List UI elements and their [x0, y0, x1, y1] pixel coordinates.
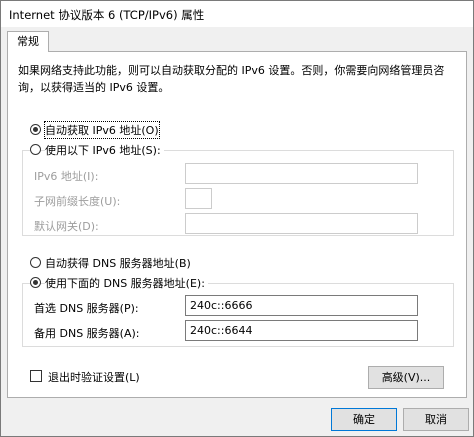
- ip-auto-label[interactable]: 自动获取 IPv6 地址(O): [44, 121, 160, 139]
- alternate-dns-input[interactable]: 240c::6644: [185, 320, 418, 341]
- ip-auto-radio[interactable]: [30, 124, 41, 135]
- dns-auto-radio[interactable]: [30, 257, 41, 268]
- ok-button[interactable]: 确定: [331, 408, 397, 431]
- advanced-button[interactable]: 高级(V)...: [368, 366, 444, 389]
- ip-manual-label[interactable]: 使用以下 IPv6 地址(S):: [45, 142, 164, 158]
- dns-manual-label[interactable]: 使用下面的 DNS 服务器地址(E):: [45, 275, 208, 291]
- validate-label[interactable]: 退出时验证设置(L): [48, 369, 140, 385]
- default-gateway-input[interactable]: [185, 213, 418, 234]
- ipv6-properties-dialog: Internet 协议版本 6 (TCP/IPv6) 属性 常规 如果网络支持此…: [0, 0, 474, 437]
- preferred-dns-input[interactable]: 240c::6666: [185, 295, 418, 316]
- alternate-dns-label: 备用 DNS 服务器(A):: [34, 327, 140, 340]
- cancel-button[interactable]: 取消: [403, 408, 469, 431]
- ipv6-address-label: IPv6 地址(I):: [34, 170, 99, 183]
- general-panel: 如果网络支持此功能，则可以自动获取分配的 IPv6 设置。否则，你需要向网络管理…: [7, 51, 467, 398]
- validate-checkbox[interactable]: [30, 370, 42, 382]
- prefix-length-input[interactable]: [185, 188, 212, 209]
- description-text: 如果网络支持此功能，则可以自动获取分配的 IPv6 设置。否则，你需要向网络管理…: [18, 64, 445, 94]
- tab-general[interactable]: 常规: [7, 31, 49, 52]
- title-bar: Internet 协议版本 6 (TCP/IPv6) 属性: [1, 1, 473, 27]
- dns-auto-label[interactable]: 自动获得 DNS 服务器地址(B): [45, 255, 191, 271]
- dns-manual-radio[interactable]: [30, 277, 41, 288]
- preferred-dns-label: 首选 DNS 服务器(P):: [34, 302, 139, 315]
- default-gateway-label: 默认网关(D):: [34, 220, 99, 233]
- prefix-length-label: 子网前缀长度(U):: [34, 195, 121, 208]
- ip-manual-radio[interactable]: [30, 144, 41, 155]
- ipv6-address-input[interactable]: [185, 163, 418, 184]
- window-title: Internet 协议版本 6 (TCP/IPv6) 属性: [9, 8, 205, 22]
